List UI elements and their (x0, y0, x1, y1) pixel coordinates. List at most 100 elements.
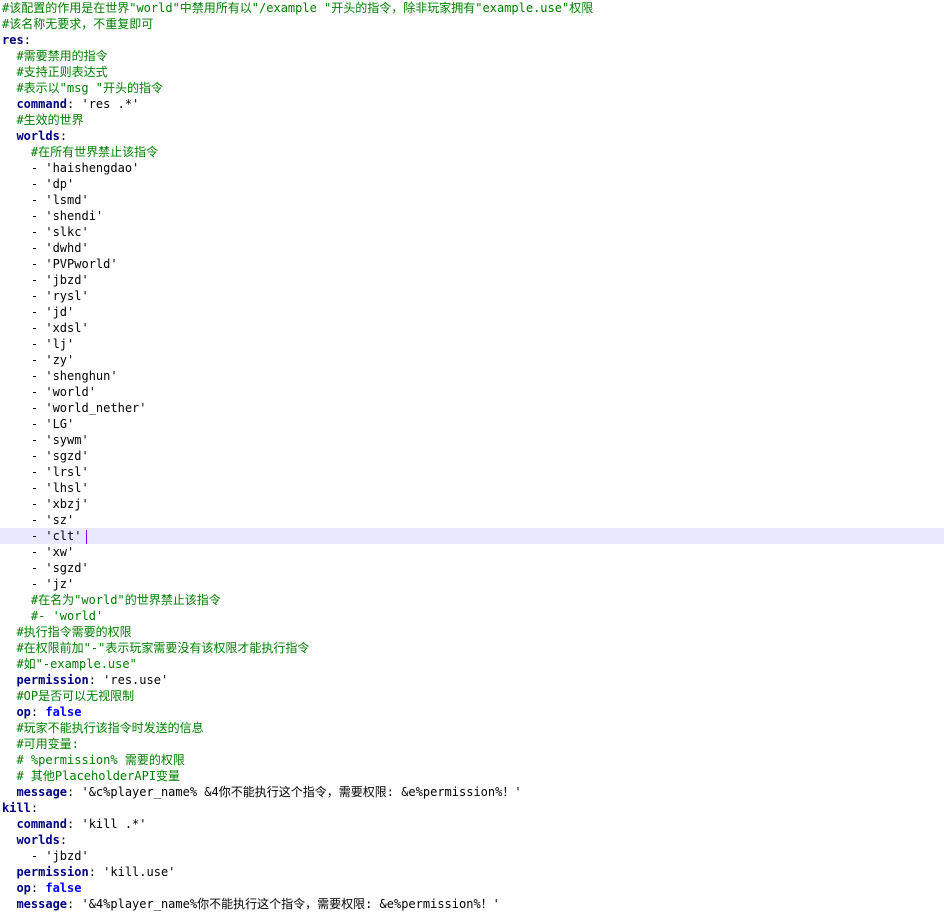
code-line[interactable]: - 'lhsl' (0, 480, 944, 496)
code-line[interactable]: - 'xw' (0, 544, 944, 560)
code-line[interactable]: #如"-example.use" (0, 656, 944, 672)
code-line[interactable]: - 'sywm' (0, 432, 944, 448)
comment-text: #执行指令需要的权限 (16, 625, 132, 639)
code-text: : (23, 33, 31, 47)
code-line[interactable]: #在名为"world"的世界禁止该指令 (0, 592, 944, 608)
code-line[interactable]: - 'lsmd' (0, 192, 944, 208)
string-value: 'lhsl' (45, 481, 89, 495)
string-value: '&c%player_name% &4你不能执行这个指令，需要权限: &e%pe… (81, 785, 522, 799)
code-line[interactable]: #在所有世界禁止该指令 (0, 144, 944, 160)
code-line[interactable]: message: '&4%player_name%你不能执行这个指令，需要权限:… (0, 896, 944, 912)
code-line[interactable]: worlds: (0, 128, 944, 144)
comment-text: # 其他PlaceholderAPI变量 (16, 769, 181, 783)
code-line[interactable]: - 'xbzj' (0, 496, 944, 512)
string-value: 'lj' (45, 337, 75, 351)
code-line[interactable]: op: false (0, 704, 944, 720)
string-value: 'jz' (45, 577, 75, 591)
code-lines[interactable]: #该配置的作用是在世界"world"中禁用所有以"/example "开头的指令… (0, 0, 944, 912)
string-value: 'xw' (45, 545, 75, 559)
code-line[interactable]: # 其他PlaceholderAPI变量 (0, 768, 944, 784)
string-value: 'zy' (45, 353, 75, 367)
string-value: 'jd' (45, 305, 75, 319)
code-line[interactable]: #- 'world' (0, 608, 944, 624)
code-line[interactable]: res: (0, 32, 944, 48)
yaml-key: res (2, 33, 24, 47)
code-line[interactable]: - 'sgzd' (0, 560, 944, 576)
string-value: 'PVPworld' (45, 257, 118, 271)
code-line[interactable]: - 'zy' (0, 352, 944, 368)
code-line[interactable]: #执行指令需要的权限 (0, 624, 944, 640)
code-line[interactable]: #支持正则表达式 (0, 64, 944, 80)
yaml-key: op (16, 881, 31, 895)
code-line[interactable]: - 'jbzd' (0, 848, 944, 864)
code-text: : (30, 881, 46, 895)
yaml-key: message (16, 785, 68, 799)
code-text: - (2, 433, 46, 447)
code-line[interactable]: permission: 'res.use' (0, 672, 944, 688)
code-text: - (2, 529, 46, 543)
comment-text: #支持正则表达式 (16, 65, 108, 79)
string-value: 'jbzd' (45, 849, 89, 863)
code-line[interactable]: # %permission% 需要的权限 (0, 752, 944, 768)
yaml-key: command (16, 817, 68, 831)
code-line[interactable]: command: 'kill .*' (0, 816, 944, 832)
current-code-line[interactable]: - 'clt' (0, 528, 944, 544)
code-line[interactable]: #该配置的作用是在世界"world"中禁用所有以"/example "开头的指令… (0, 0, 944, 16)
code-line[interactable]: - 'lj' (0, 336, 944, 352)
code-line[interactable]: permission: 'kill.use' (0, 864, 944, 880)
code-line[interactable]: #需要禁用的指令 (0, 48, 944, 64)
code-line[interactable]: - 'rysl' (0, 288, 944, 304)
code-text: : (67, 817, 82, 831)
code-line[interactable]: - 'sz' (0, 512, 944, 528)
code-editor[interactable]: #该配置的作用是在世界"world"中禁用所有以"/example "开头的指令… (0, 0, 944, 918)
code-text: - (2, 481, 46, 495)
code-line[interactable]: - 'haishengdao' (0, 160, 944, 176)
code-line[interactable]: message: '&c%player_name% &4你不能执行这个指令，需要… (0, 784, 944, 800)
code-line[interactable]: - 'jz' (0, 576, 944, 592)
code-line[interactable]: - 'xdsl' (0, 320, 944, 336)
code-line[interactable]: #可用变量: (0, 736, 944, 752)
code-line[interactable]: worlds: (0, 832, 944, 848)
comment-text: #如"-example.use" (16, 657, 137, 671)
yaml-key: command (16, 97, 68, 111)
code-line[interactable]: - 'lrsl' (0, 464, 944, 480)
code-line[interactable]: kill: (0, 800, 944, 816)
code-line[interactable]: - 'world' (0, 384, 944, 400)
string-value: 'kill .*' (81, 817, 147, 831)
code-text: - (2, 273, 46, 287)
yaml-key: permission (16, 673, 89, 687)
code-line[interactable]: - 'slkc' (0, 224, 944, 240)
code-line[interactable]: - 'jbzd' (0, 272, 944, 288)
code-line[interactable]: - 'sgzd' (0, 448, 944, 464)
code-line[interactable]: - 'LG' (0, 416, 944, 432)
boolean-value: false (45, 881, 82, 895)
comment-text: #- 'world' (30, 609, 104, 623)
code-line[interactable]: #该名称无要求，不重复即可 (0, 16, 944, 32)
string-value: '&4%player_name%你不能执行这个指令，需要权限: &e%permi… (81, 897, 500, 911)
code-line[interactable]: - 'jd' (0, 304, 944, 320)
code-line[interactable]: command: 'res .*' (0, 96, 944, 112)
code-line[interactable]: - 'shenghun' (0, 368, 944, 384)
code-line[interactable]: - 'dwhd' (0, 240, 944, 256)
code-line[interactable]: - 'world_nether' (0, 400, 944, 416)
boolean-value: false (45, 705, 82, 719)
code-line[interactable]: #表示以"msg "开头的指令 (0, 80, 944, 96)
code-text: - (2, 193, 46, 207)
string-value: 'shenghun' (45, 369, 118, 383)
code-line[interactable]: - 'PVPworld' (0, 256, 944, 272)
code-line[interactable]: - 'shendi' (0, 208, 944, 224)
code-line[interactable]: #玩家不能执行该指令时发送的信息 (0, 720, 944, 736)
code-text: - (2, 337, 46, 351)
code-line[interactable]: #在权限前加"-"表示玩家需要没有该权限才能执行指令 (0, 640, 944, 656)
code-line[interactable]: op: false (0, 880, 944, 896)
code-line[interactable]: - 'dp' (0, 176, 944, 192)
code-line[interactable]: #OP是否可以无视限制 (0, 688, 944, 704)
code-line[interactable]: #生效的世界 (0, 112, 944, 128)
